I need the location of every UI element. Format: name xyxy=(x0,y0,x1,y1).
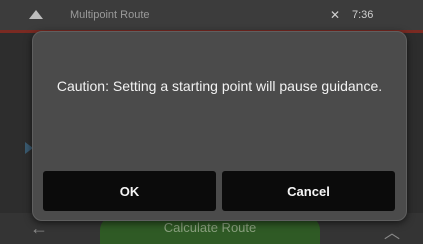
clock: 7:36 xyxy=(352,9,374,21)
cancel-button[interactable]: Cancel xyxy=(222,171,395,211)
up-arrow-icon[interactable] xyxy=(29,10,43,19)
dialog-message: Caution: Setting a starting point will p… xyxy=(56,78,383,94)
back-arrow-icon[interactable]: ← xyxy=(30,218,48,239)
ok-button[interactable]: OK xyxy=(43,171,216,211)
screen: Multipoint Route ✕ 7:36 ← Calculate Rout… xyxy=(0,0,423,244)
satellite-icon: ✕ xyxy=(330,8,341,22)
caution-dialog: Caution: Setting a starting point will p… xyxy=(32,31,407,221)
page-title: Multipoint Route xyxy=(70,9,150,21)
chevron-up-icon[interactable]: ︿ xyxy=(384,219,400,243)
